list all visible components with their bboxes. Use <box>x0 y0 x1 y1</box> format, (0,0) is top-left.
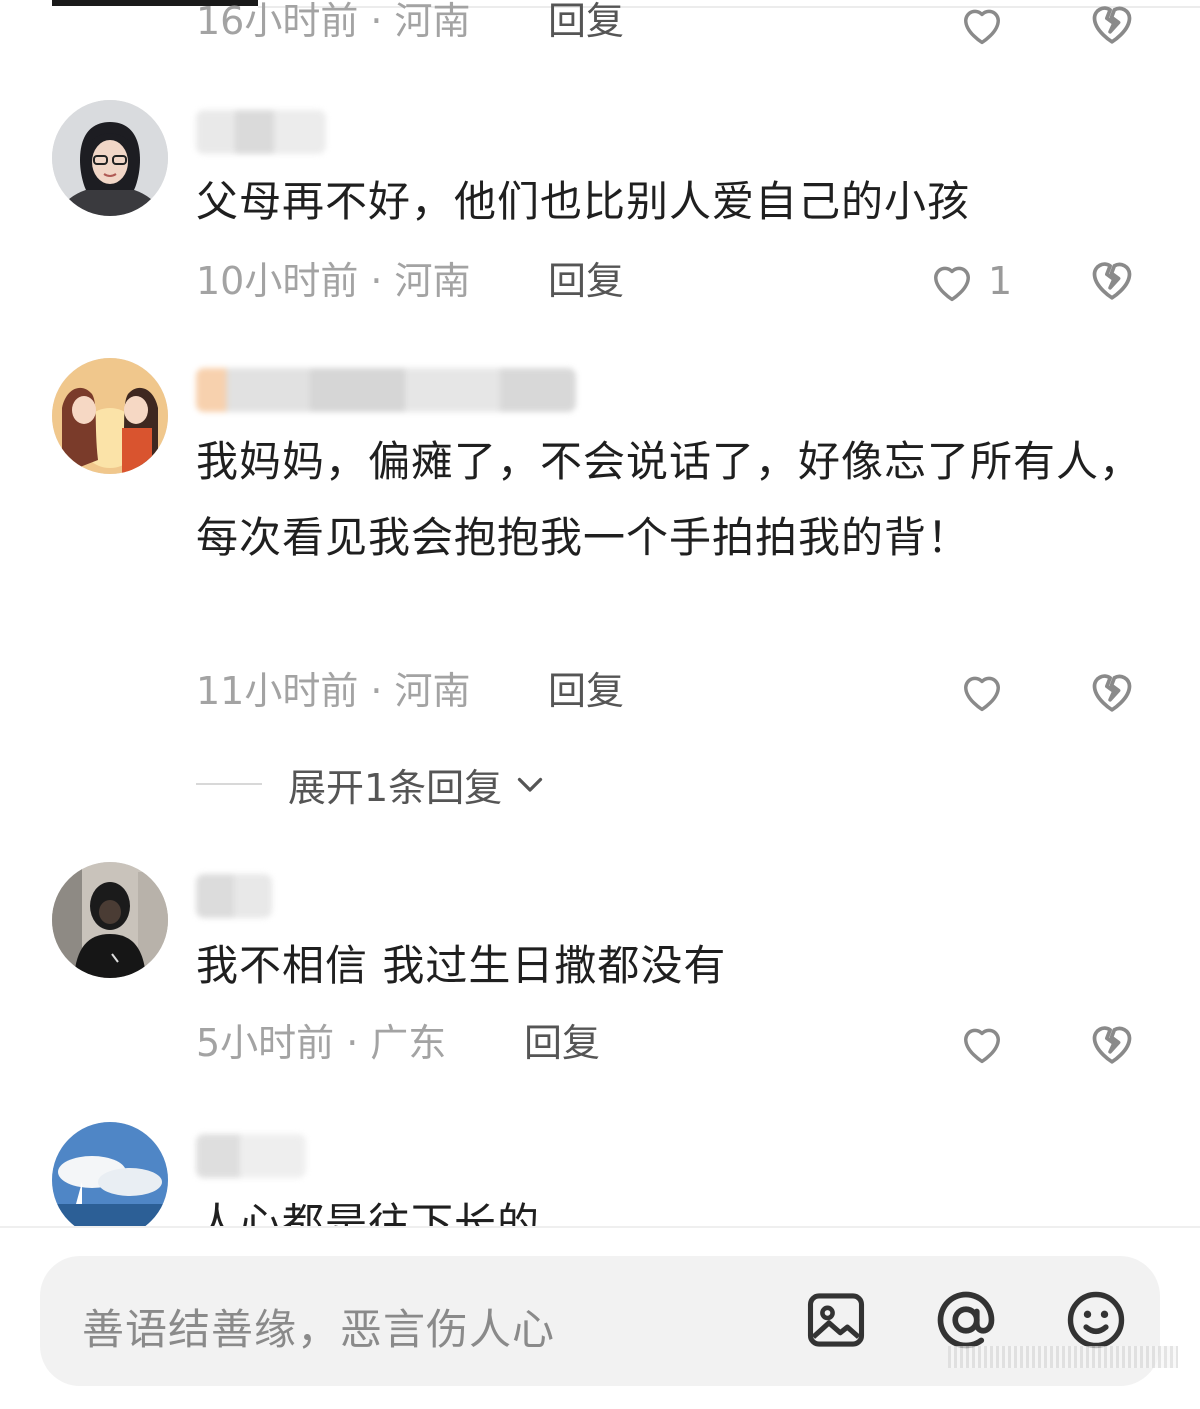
expand-replies-label: 展开1条回复 <box>288 765 503 810</box>
image-icon <box>807 1293 865 1347</box>
comment-text: 我不相信 我过生日撒都没有 <box>196 941 727 990</box>
comment-item: 我不相信 我过生日撒都没有 5小时前 · 广东 回复 <box>0 860 1200 1080</box>
like-button[interactable] <box>956 1015 1008 1071</box>
reply-button[interactable]: 回复 <box>548 0 624 46</box>
comment-time: 5小时前 <box>196 1021 335 1065</box>
comment-location: 河南 <box>394 0 471 43</box>
username-blurred[interactable] <box>196 1134 306 1178</box>
dislike-button[interactable] <box>1084 0 1140 50</box>
emoji-button[interactable] <box>1062 1286 1130 1354</box>
avatar[interactable] <box>52 1122 168 1226</box>
comment-text: 人心都是往下长的 <box>196 1199 541 1226</box>
image-button[interactable] <box>802 1286 870 1354</box>
broken-heart-icon <box>1092 1026 1132 1064</box>
reply-button[interactable]: 回复 <box>548 256 624 306</box>
comment-item: 人心都是往下长的 <box>0 1120 1200 1226</box>
heart-outline-icon <box>934 266 970 302</box>
reply-button[interactable]: 回复 <box>524 1018 600 1068</box>
broken-heart-icon <box>1092 674 1132 712</box>
avatar[interactable] <box>52 862 168 978</box>
heart-outline-icon <box>964 1028 1000 1064</box>
reply-button[interactable]: 回复 <box>548 666 624 716</box>
comment-time: 11小时前 <box>196 669 359 713</box>
username-blurred[interactable] <box>196 874 272 918</box>
comment-meta: 11小时前 · 河南 <box>196 666 470 716</box>
comment-composer-bar: 善语结善缘，恶言伤人心 <box>0 1226 1200 1409</box>
avatar-image <box>52 1122 168 1226</box>
avatar-image <box>52 358 168 474</box>
broken-heart-icon <box>1092 262 1132 300</box>
username-blurred[interactable] <box>196 368 576 412</box>
meta-separator: · <box>370 0 383 43</box>
expand-replies-button[interactable]: 展开1条回复 <box>196 758 548 810</box>
comment-item: 父母再不好，他们也比别人爱自己的小孩 10小时前 · 河南 回复 1 <box>0 98 1200 318</box>
meta-separator: · <box>370 669 383 713</box>
comment-meta: 5小时前 · 广东 <box>196 1018 446 1068</box>
broken-heart-icon <box>1092 6 1132 44</box>
comment-time: 16小时前 <box>196 0 359 43</box>
avatar[interactable] <box>52 100 168 216</box>
comment-list[interactable]: 16小时前 · 河南 回复 父母再不好，他们也比别人爱自己的小孩 10小时前 ·… <box>0 0 1200 1226</box>
heart-outline-icon <box>964 676 1000 712</box>
like-count: 1 <box>988 259 1013 303</box>
comment-location: 河南 <box>394 669 471 713</box>
expand-divider <box>196 783 262 785</box>
avatar[interactable] <box>52 358 168 474</box>
watermark-strip <box>948 1346 1178 1368</box>
avatar-image <box>52 862 168 978</box>
heart-outline-icon <box>964 9 1000 45</box>
username-blurred[interactable] <box>196 110 326 154</box>
like-button[interactable] <box>956 663 1008 719</box>
mention-button[interactable] <box>932 1286 1000 1354</box>
comment-meta: 16小时前 · 河南 <box>196 0 470 46</box>
dislike-button[interactable] <box>1084 250 1140 306</box>
meta-separator: · <box>346 1021 359 1065</box>
comment-location: 广东 <box>370 1021 447 1065</box>
emoji-icon <box>1067 1291 1125 1349</box>
comment-meta: 10小时前 · 河南 <box>196 256 470 306</box>
comment-time: 10小时前 <box>196 259 359 303</box>
comment-item: 我妈妈，偏瘫了，不会说话了，好像忘了所有人，每次看见我会抱抱我一个手拍拍我的背！… <box>0 356 1200 756</box>
at-icon <box>937 1291 995 1349</box>
comment-item: 16小时前 · 河南 回复 <box>0 0 1200 60</box>
dislike-button[interactable] <box>1084 662 1140 718</box>
dislike-button[interactable] <box>1084 1014 1140 1070</box>
meta-separator: · <box>370 259 383 303</box>
chevron-down-icon <box>518 777 543 792</box>
comment-input-placeholder: 善语结善缘，恶言伤人心 <box>82 1305 556 1354</box>
avatar-image <box>52 100 168 216</box>
comment-location: 河南 <box>394 259 471 303</box>
like-button[interactable]: 1 <box>926 253 1012 309</box>
like-button[interactable] <box>956 0 1008 52</box>
comment-text: 父母再不好，他们也比别人爱自己的小孩 <box>196 177 971 226</box>
comment-text: 我妈妈，偏瘫了，不会说话了，好像忘了所有人，每次看见我会抱抱我一个手拍拍我的背！ <box>196 437 1143 562</box>
